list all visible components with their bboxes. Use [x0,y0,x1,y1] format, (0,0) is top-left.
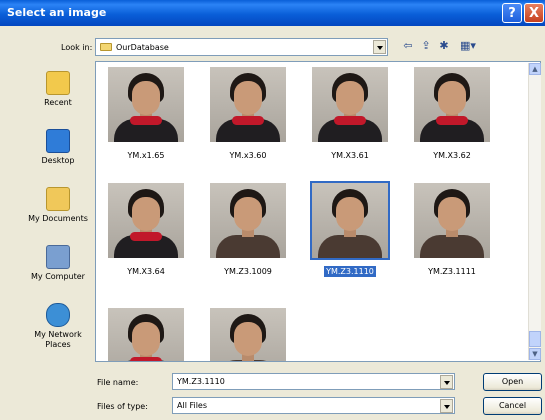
look-in-dropdown[interactable]: OurDatabase [95,38,388,56]
place-label: Desktop [41,156,75,165]
place-desktop[interactable]: Desktop [22,129,94,166]
network-places-icon [46,303,70,327]
image-thumbnail [210,183,286,258]
file-name: YM.X3.64 [127,267,165,276]
place-label: My Documents [28,214,88,223]
select-image-dialog: Select an image ? X Look in: OurDatabase… [0,0,545,420]
image-thumbnail [312,67,388,142]
file-type-value: All Files [177,401,208,410]
recent-folder-icon [46,71,70,95]
place-recent[interactable]: Recent [22,71,94,108]
image-thumbnail [210,67,286,142]
cancel-button[interactable]: Cancel [483,397,542,415]
place-my-documents[interactable]: My Documents [22,187,94,224]
file-type-label: Files of type: [97,402,148,411]
scroll-down-icon[interactable]: ▼ [529,348,541,360]
image-thumbnail [108,183,184,258]
my-documents-icon [46,187,70,211]
look-in-value: OurDatabase [116,43,169,52]
chevron-down-icon[interactable] [373,40,386,54]
file-name: YM.Z3.1009 [224,267,272,276]
place-network[interactable]: My Network Places [22,303,94,350]
look-in-label: Look in: [61,43,93,52]
open-button[interactable]: Open [483,373,542,391]
folder-icon [100,43,112,51]
image-thumbnail [414,183,490,258]
file-name-combobox[interactable]: YM.Z3.1110 [172,373,455,390]
file-name-label: File name: [97,378,139,387]
file-name: YM.Z3.1110 [324,266,376,277]
file-name: YM.X3.61 [331,151,369,160]
file-name-value: YM.Z3.1110 [177,377,225,386]
title-bar[interactable]: Select an image ? X [0,0,545,26]
scroll-up-icon[interactable]: ▲ [529,63,541,75]
image-thumbnail [210,308,286,361]
my-computer-icon [46,245,70,269]
chevron-down-icon[interactable] [440,375,453,389]
image-thumbnail [108,308,184,361]
place-label: Recent [44,98,72,107]
chevron-down-icon[interactable] [440,399,453,413]
back-arrow-icon[interactable]: ⇦ [401,39,415,53]
place-my-computer[interactable]: My Computer [22,245,94,282]
file-name: YM.x1.65 [127,151,165,160]
scrollbar-thumb[interactable] [529,331,541,347]
image-thumbnail [414,67,490,142]
file-name: YM.Z3.1111 [428,267,476,276]
desktop-icon [46,129,70,153]
place-label: My Computer [31,272,85,281]
close-button[interactable]: X [524,3,544,23]
window-title: Select an image [7,6,107,19]
up-folder-icon[interactable]: ⇪ [419,39,433,53]
vertical-scrollbar[interactable]: ▲ ▼ [528,63,541,360]
file-list-view[interactable]: YM.x1.65 YM.x3.60 YM.X3.61 YM.X3.62 YM.X… [95,61,541,362]
views-menu-icon[interactable]: ▦▾ [456,39,480,53]
image-thumbnail [310,181,390,260]
file-name: YM.X3.62 [433,151,471,160]
new-folder-icon[interactable]: ✱ [437,39,451,53]
file-type-select[interactable]: All Files [172,397,455,414]
help-button[interactable]: ? [502,3,522,23]
file-name: YM.x3.60 [229,151,267,160]
place-label: My Network Places [34,330,82,349]
image-thumbnail [108,67,184,142]
